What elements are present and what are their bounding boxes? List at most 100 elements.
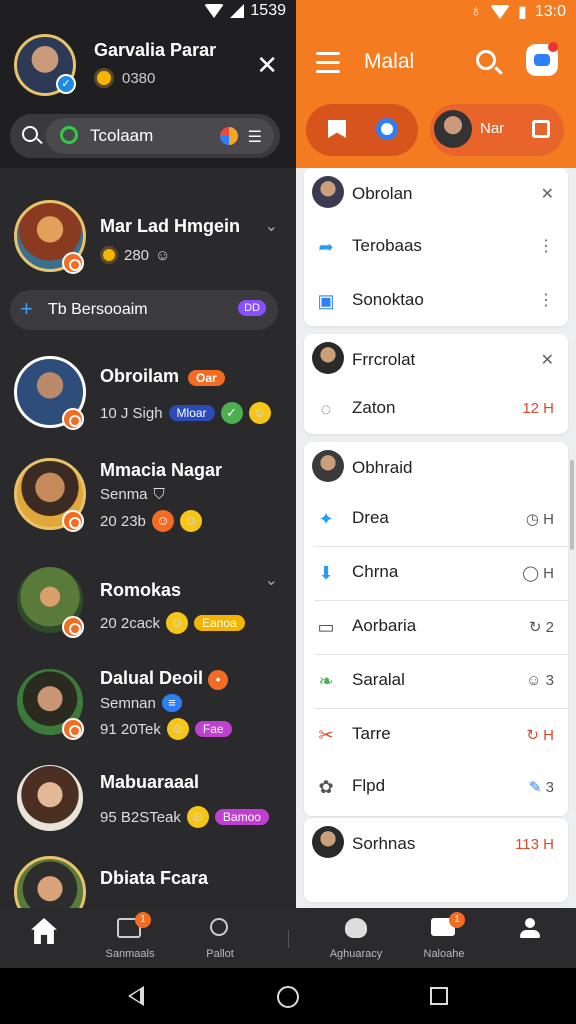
item-label: Sonoktao [352, 290, 424, 309]
right-list-item[interactable]: Frrcrolat ✕ [304, 334, 568, 388]
list-icon[interactable]: ☰ [248, 127, 262, 147]
avatar [312, 176, 344, 208]
chat-icon: ◌ [320, 399, 332, 419]
close-icon[interactable]: ✕ [256, 50, 278, 81]
share-icon: ➦ [318, 237, 334, 257]
home-button-icon[interactable] [277, 986, 299, 1008]
add-icon[interactable]: + [20, 296, 33, 322]
nav-home[interactable] [4, 914, 84, 948]
smile-icon: ☺ [186, 806, 209, 828]
item-time: ☺ 3 [526, 672, 554, 689]
drive-icon[interactable] [219, 127, 238, 145]
nav-divider [288, 930, 289, 948]
chat-pill: Eanoa [194, 615, 245, 631]
chat-meta-top-text: Semnan [100, 694, 156, 712]
system-nav-bar [0, 968, 576, 1024]
profile-sub-text: 0380 [122, 69, 156, 87]
chat-name: Dalual Deoil • [100, 668, 229, 690]
right-card: Obhraid ✦ Drea ◷ H ⬇ Chrna ◯ H ▭ Aorbari… [304, 442, 568, 816]
right-panel: ♁ ▮ 13:0 Malal Nar Obrolan ✕ ➦ Terobaas [296, 0, 576, 908]
tab-second-label: Nar [480, 120, 505, 137]
reaction-icon: ☺ [151, 510, 174, 532]
chat-meta: 20 2cack ☺ Eanoa [100, 612, 245, 634]
nav-item-1[interactable]: 1 Sanmaals [90, 912, 170, 960]
right-list-item[interactable]: Obrolan ✕ [304, 168, 568, 222]
nav-label: Sanmaals [105, 948, 155, 960]
chat-name: Mmacia Nagar [100, 460, 223, 480]
badge-icon [62, 616, 84, 638]
home-icon [31, 918, 57, 944]
right-card: Obrolan ✕ ➦ Terobaas ⋮ ▣ Sonoktao ⋮ [304, 168, 568, 326]
item-label: Drea [352, 508, 389, 527]
edit-icon: ✎ [528, 779, 542, 796]
right-card: Frrcrolat ✕ ◌ Zaton 12 H [304, 334, 568, 434]
more-icon[interactable]: ⋮ [538, 236, 554, 256]
right-list-item[interactable]: Obhraid [304, 442, 568, 496]
item-time-text: H [543, 565, 554, 582]
left-search-bar[interactable]: Tcolaam ☰ [10, 114, 280, 158]
alarm-icon: ♁ [470, 3, 483, 20]
nav-profile[interactable] [490, 914, 570, 948]
back-icon[interactable] [128, 986, 144, 1006]
status-time: 13:0 [534, 3, 566, 20]
chat-name-text: Obroilam [100, 366, 180, 386]
item-time: 113 H [515, 836, 554, 853]
nav-item-2[interactable]: Pallot [180, 914, 260, 960]
recents-icon[interactable] [430, 987, 448, 1005]
right-list-item[interactable]: ✦ Drea ◷ H [304, 492, 568, 546]
wifi-icon [204, 4, 225, 18]
item-label: Chrna [352, 562, 399, 581]
tab-first[interactable] [306, 104, 418, 156]
right-title: Malal [364, 50, 415, 73]
scrollbar[interactable] [570, 460, 574, 550]
right-list-item[interactable]: ◌ Zaton 12 H [304, 382, 568, 436]
chat-meta: 95 B2STeak ☺ Bamoo [100, 806, 269, 828]
item-label: Sorhnas [352, 834, 416, 853]
chat-meta-text: 280 [124, 246, 150, 264]
chevron-down-icon[interactable]: ⌄ [265, 570, 278, 590]
right-list-item[interactable]: ▭ Aorbaria ↻ 2 [304, 600, 568, 654]
right-list-item[interactable]: ❧ Saralal ☺ 3 [304, 654, 568, 708]
right-header: ♁ ▮ 13:0 Malal Nar [296, 0, 576, 168]
shield-icon: ⛉ [153, 486, 165, 503]
menu-icon[interactable] [316, 52, 340, 79]
chat-meta-text: 91 20Tek [100, 720, 161, 738]
right-list-item[interactable]: ✿ Flpd ✎ 3 [304, 760, 568, 814]
coin-icon [94, 68, 114, 88]
nav-item-4[interactable]: 1 Naloahe [404, 912, 484, 960]
nav-item-3[interactable]: Aghuaracy [316, 914, 396, 960]
right-list-item[interactable]: ✂ Tarre ↻ H [304, 708, 568, 762]
right-list-item[interactable]: ⬇ Chrna ◯ H [304, 546, 568, 600]
signal-icon [230, 4, 245, 18]
right-list-item[interactable]: Sorhnas 113 H [304, 818, 568, 872]
smile-icon: ☺ [166, 612, 189, 634]
chat-pill: Mloar [168, 405, 215, 421]
promo-tag: DD [238, 300, 266, 316]
chevron-down-icon[interactable]: ⌄ [265, 216, 278, 236]
search-icon[interactable] [476, 50, 496, 70]
search-input[interactable]: Tcolaam ☰ [46, 118, 274, 154]
badge-icon [62, 510, 84, 532]
chat-name: Mar Lad Hmgein [100, 216, 241, 236]
chat-meta: 280 ☺ [100, 246, 170, 264]
right-list-item[interactable]: ➦ Terobaas ⋮ [304, 220, 568, 274]
more-icon[interactable]: ⋮ [538, 290, 554, 310]
right-list-item[interactable]: ▣ Sonoktao ⋮ [304, 274, 568, 328]
search-icon[interactable] [22, 126, 38, 142]
chat-meta-top: Senma ⛉ [100, 486, 165, 503]
item-time: ◯ H [522, 565, 554, 582]
chat-meta-top: Semnan ≡ [100, 694, 182, 712]
tab-second[interactable]: Nar [430, 104, 564, 156]
close-icon[interactable]: ✕ [541, 184, 554, 204]
smile-icon: ☺ [179, 510, 202, 532]
wifi-icon [490, 5, 511, 19]
promo-bar[interactable]: + Tb Bersooaim DD [10, 290, 278, 330]
nav-label: Aghuaracy [329, 948, 383, 960]
chat-meta: 91 20Tek ☺ Fae [100, 718, 232, 740]
item-label: Saralal [352, 670, 405, 689]
close-icon[interactable]: ✕ [541, 350, 554, 370]
item-label: Flpd [352, 776, 386, 795]
avatar [312, 450, 344, 482]
badge-count: 1 [449, 912, 465, 928]
check-icon: ✓ [220, 402, 243, 424]
